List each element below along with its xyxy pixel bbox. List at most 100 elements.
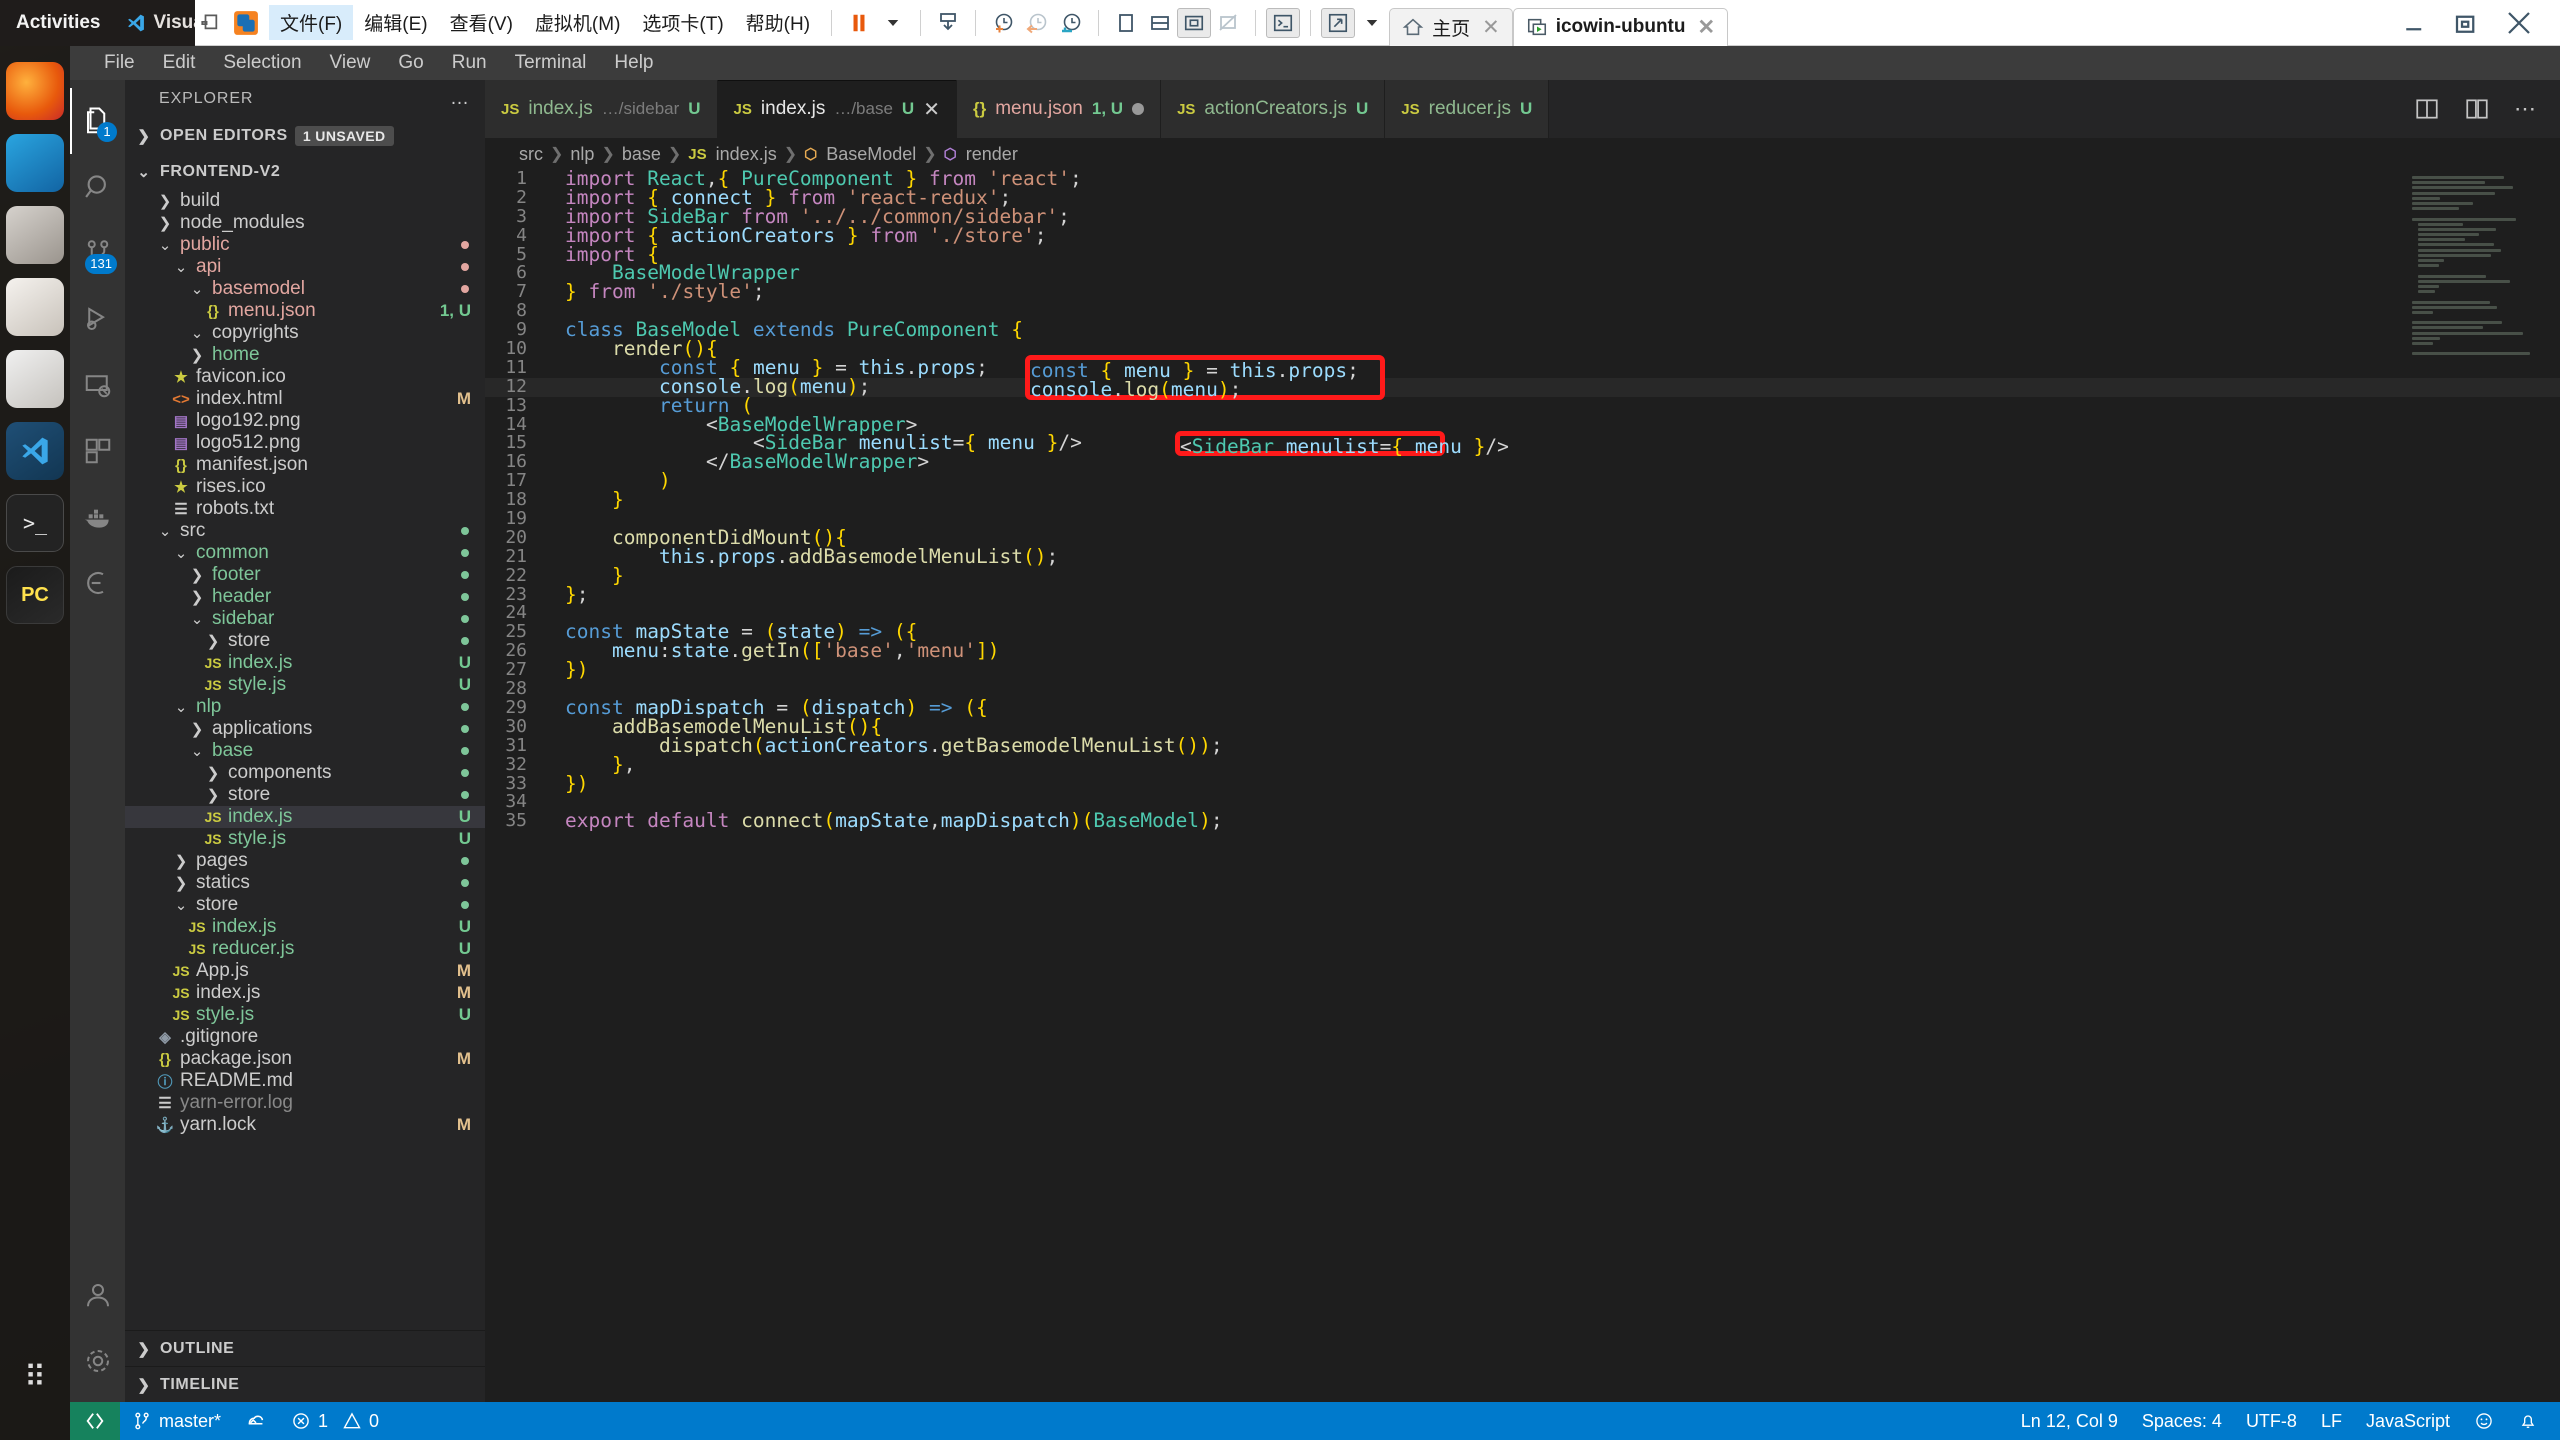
vm-menu-tabs[interactable]: 选项卡(T) — [631, 5, 734, 40]
code-line[interactable]: 21 this.props.addBasemodelMenuList(); — [485, 547, 2560, 567]
code-line[interactable]: 17 ) — [485, 471, 2560, 491]
tree-item-store[interactable]: ⌄ store — [125, 894, 485, 916]
close-icon[interactable]: ✕ — [1482, 15, 1500, 40]
vm-menu-vm[interactable]: 虚拟机(M) — [524, 5, 631, 40]
breadcrumb-item[interactable]: BaseModel — [826, 144, 916, 165]
tree-item-base[interactable]: ⌄ base — [125, 740, 485, 762]
code-editor[interactable]: 1 import React,{ PureComponent } from 're… — [485, 170, 2560, 1402]
activity-extensions[interactable] — [70, 418, 125, 484]
activity-eslint[interactable] — [70, 550, 125, 616]
breadcrumb-item[interactable]: src — [519, 144, 543, 165]
dock-rhythmbox-icon[interactable] — [6, 278, 64, 336]
tree-item-manifest-json[interactable]: {} manifest.json — [125, 454, 485, 476]
single-pane-icon[interactable] — [1109, 8, 1143, 38]
code-line[interactable]: 16 </BaseModelWrapper> — [485, 452, 2560, 472]
dock-vscode-icon[interactable] — [6, 422, 64, 480]
dock-files-icon[interactable] — [6, 206, 64, 264]
tree-item-header[interactable]: ❯ header — [125, 586, 485, 608]
code-line[interactable]: 22 } — [485, 565, 2560, 586]
activity-explorer[interactable]: 1 — [70, 88, 125, 154]
dock-show-apps-icon[interactable]: ⠿ — [6, 1348, 64, 1406]
breadcrumb-item[interactable]: base — [622, 144, 661, 165]
editor-tab-index-js[interactable]: JS index.js …/base U ✕ — [717, 80, 957, 138]
menu-selection[interactable]: Selection — [211, 49, 313, 77]
menu-go[interactable]: Go — [386, 49, 435, 77]
dock-appstore-icon[interactable] — [6, 350, 64, 408]
dock-thunderbird-icon[interactable] — [6, 134, 64, 192]
code-line[interactable]: 26 menu:state.getIn(['base','menu']) — [485, 641, 2560, 661]
tree-item-package-json[interactable]: {} package.json M — [125, 1048, 485, 1070]
status-eol[interactable]: LF — [2309, 1402, 2354, 1440]
chevron-down-icon[interactable] — [876, 8, 910, 38]
tree-item-build[interactable]: ❯ build — [125, 190, 485, 212]
code-line[interactable]: 27}) — [485, 660, 2560, 680]
tree-item-statics[interactable]: ❯ statics — [125, 872, 485, 894]
code-line[interactable]: 33}) — [485, 773, 2560, 794]
revert-snapshot-icon[interactable] — [1020, 8, 1054, 38]
snapshot-manager-icon[interactable] — [931, 8, 965, 38]
tree-item-index-js[interactable]: JS index.js U — [125, 652, 485, 674]
menu-edit[interactable]: Edit — [151, 49, 208, 77]
menu-terminal[interactable]: Terminal — [503, 49, 599, 77]
minimize-icon[interactable] — [2400, 8, 2430, 38]
take-snapshot-icon[interactable] — [986, 8, 1020, 38]
pause-icon[interactable] — [842, 8, 876, 38]
activity-accounts[interactable] — [70, 1262, 125, 1328]
activity-search[interactable] — [70, 154, 125, 220]
tree-item-robots-txt[interactable]: ☰ robots.txt — [125, 498, 485, 520]
tree-item-yarn-error-log[interactable]: ☰ yarn-error.log — [125, 1092, 485, 1114]
status-problems[interactable]: 1 0 — [279, 1402, 391, 1440]
vm-menu-file[interactable]: 文件(F) — [269, 5, 354, 40]
activity-source-control[interactable]: 131 — [70, 220, 125, 286]
tree-item-favicon-ico[interactable]: ★ favicon.ico — [125, 366, 485, 388]
tree-item-store[interactable]: ❯ store — [125, 630, 485, 652]
code-line[interactable]: 6 BaseModelWrapper — [485, 263, 2560, 283]
tree-item-index-js[interactable]: JS index.js M — [125, 982, 485, 1004]
fullscreen-icon[interactable] — [1177, 7, 1212, 38]
tree-item-sidebar[interactable]: ⌄ sidebar — [125, 608, 485, 630]
chevron-down-icon[interactable] — [1355, 8, 1389, 38]
breadcrumb[interactable]: src ❯ nlp ❯ base ❯ JS index.js ❯ ⬡ BaseModel ❯ ⬡ rend… — [485, 138, 2560, 170]
tree-item-rises-ico[interactable]: ★ rises.ico — [125, 476, 485, 498]
section-outline[interactable]: ❯ OUTLINE — [125, 1330, 485, 1366]
dock-firefox-icon[interactable] — [6, 62, 64, 120]
editor-tab-reducer-js[interactable]: JS reducer.js U — [1385, 80, 1550, 138]
dock-pycharm-icon[interactable]: PC — [6, 566, 64, 624]
tree-item-basemodel[interactable]: ⌄ basemodel — [125, 278, 485, 300]
menu-file[interactable]: File — [92, 49, 147, 77]
tree-item--gitignore[interactable]: ◈ .gitignore — [125, 1026, 485, 1048]
tree-item-index-js[interactable]: JS index.js U — [125, 916, 485, 938]
tree-item-logo192-png[interactable]: ▤ logo192.png — [125, 410, 485, 432]
manage-snapshots-icon[interactable] — [1054, 8, 1088, 38]
menu-help[interactable]: Help — [602, 49, 665, 77]
menu-view[interactable]: View — [318, 49, 383, 77]
minimap[interactable] — [2412, 176, 2530, 356]
section-project-root[interactable]: ⌄ FRONTEND-V2 — [125, 154, 485, 190]
open-changes-icon[interactable] — [2464, 96, 2490, 122]
breadcrumb-item[interactable]: index.js — [716, 144, 777, 165]
remote-indicator[interactable] — [70, 1402, 120, 1440]
status-sync[interactable] — [233, 1402, 279, 1440]
status-indentation[interactable]: Spaces: 4 — [2130, 1402, 2234, 1440]
tree-item-nlp[interactable]: ⌄ nlp — [125, 696, 485, 718]
status-branch[interactable]: master* — [120, 1402, 233, 1440]
status-cursor-position[interactable]: Ln 12, Col 9 — [2009, 1402, 2130, 1440]
tree-item-applications[interactable]: ❯ applications — [125, 718, 485, 740]
code-line[interactable]: 31 dispatch(actionCreators.getBasemodelM… — [485, 735, 2560, 756]
tree-item-common[interactable]: ⌄ common — [125, 542, 485, 564]
tree-item-style-js[interactable]: JS style.js U — [125, 674, 485, 696]
editor-tab-menu-json[interactable]: {} menu.json 1, U — [956, 80, 1162, 138]
split-pane-icon[interactable] — [1143, 8, 1177, 38]
status-encoding[interactable]: UTF-8 — [2234, 1402, 2309, 1440]
file-tree[interactable]: ❯ build ❯ node_modules ⌄ public ⌄ api ⌄ basemodel… — [125, 190, 485, 1330]
editor-tab-index-js[interactable]: JS index.js …/sidebar U — [485, 80, 718, 138]
close-icon[interactable]: ✕ — [1698, 15, 1716, 40]
vm-menu-edit[interactable]: 编辑(E) — [353, 5, 438, 40]
code-line[interactable]: 32 }, — [485, 754, 2560, 775]
status-language-mode[interactable]: JavaScript — [2354, 1402, 2462, 1440]
dock-terminal-icon[interactable]: >_ — [6, 494, 64, 552]
code-line[interactable]: 12 console.log(menu); — [485, 377, 2560, 397]
vm-menu-help[interactable]: 帮助(H) — [735, 5, 821, 40]
section-timeline[interactable]: ❯ TIMELINE — [125, 1366, 485, 1402]
tree-item-reducer-js[interactable]: JS reducer.js U — [125, 938, 485, 960]
